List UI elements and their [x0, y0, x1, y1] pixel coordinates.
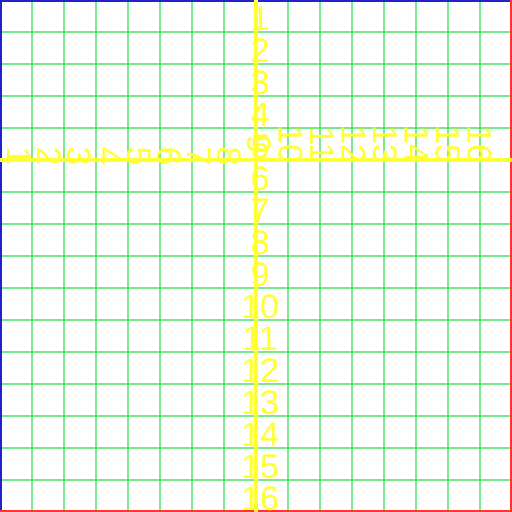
vertical-axis-label: 16	[241, 480, 279, 512]
horizontal-axis-label: 16	[460, 125, 498, 163]
calibration-grid: 1234567891011121314151612345678910111213…	[0, 0, 512, 512]
